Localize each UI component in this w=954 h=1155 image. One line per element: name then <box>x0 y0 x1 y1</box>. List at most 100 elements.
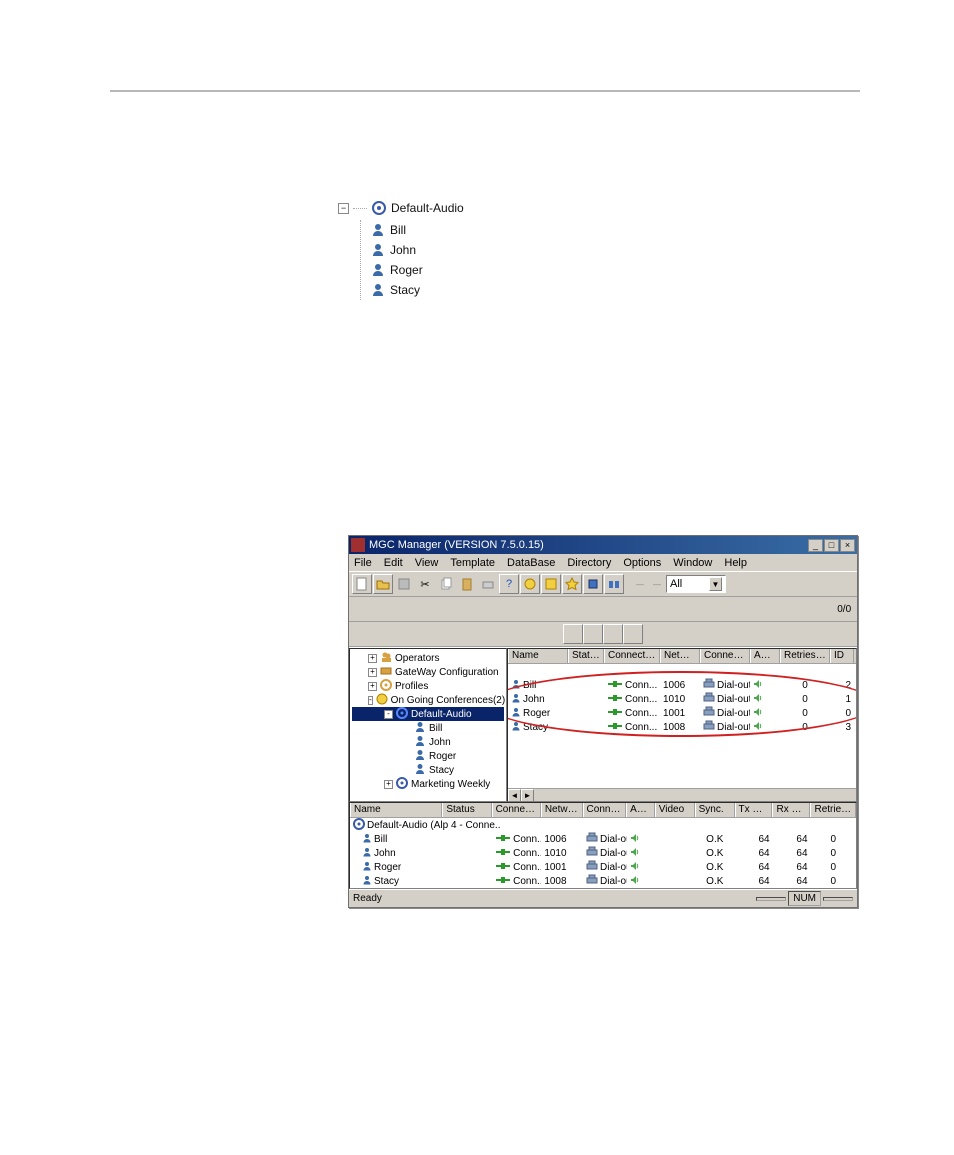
tree-node[interactable]: +Operators <box>352 651 504 665</box>
tree-node[interactable]: Stacy <box>352 763 504 777</box>
tbtn-18[interactable] <box>710 599 730 619</box>
menu-template[interactable]: Template <box>448 556 497 570</box>
tbtn-17[interactable] <box>689 599 709 619</box>
tree-node[interactable]: Bill <box>352 721 504 735</box>
toolbar-btn-d[interactable] <box>583 574 603 594</box>
print-button[interactable] <box>478 574 498 594</box>
expand-icon[interactable]: + <box>368 668 377 677</box>
menu-window[interactable]: Window <box>671 556 714 570</box>
menu-options[interactable]: Options <box>621 556 663 570</box>
cut-button[interactable]: ✂ <box>415 574 435 594</box>
tbtn-5[interactable] <box>435 599 455 619</box>
paste-button[interactable] <box>457 574 477 594</box>
expand-icon[interactable]: + <box>368 654 377 663</box>
tbtn-6[interactable] <box>455 599 475 619</box>
tbtn-1[interactable] <box>352 599 372 619</box>
column-header[interactable]: Network+... <box>660 649 700 663</box>
monitor-row[interactable]: BillConn...1006Dial-outO.K64640 <box>350 832 856 846</box>
tree-node[interactable]: John <box>352 735 504 749</box>
tree-node[interactable]: +Profiles <box>352 679 504 693</box>
menu-file[interactable]: File <box>352 556 374 570</box>
scroll-right-icon[interactable]: ► <box>521 789 534 802</box>
column-header[interactable]: Network+... <box>541 803 583 817</box>
monitor-pane[interactable]: NameStatusConnectionNetwork+...Connectio… <box>349 802 857 889</box>
tbtn-4[interactable] <box>414 599 434 619</box>
minimize-button[interactable]: _ <box>808 539 823 552</box>
filter-select[interactable]: All ▼ <box>666 575 726 593</box>
menu-directory[interactable]: Directory <box>565 556 613 570</box>
tbtn-12[interactable] <box>579 599 599 619</box>
new-button[interactable] <box>352 574 372 594</box>
column-header[interactable]: Connection <box>492 803 541 817</box>
tbtn-8[interactable] <box>496 599 516 619</box>
table-row[interactable]: BillConn...1006Dial-out02 <box>508 678 856 692</box>
column-header[interactable]: Status <box>442 803 491 817</box>
column-header[interactable]: ID <box>830 649 854 663</box>
menu-database[interactable]: DataBase <box>505 556 557 570</box>
column-header[interactable]: Audio <box>750 649 780 663</box>
column-header[interactable]: Audio <box>626 803 655 817</box>
scroll-left-icon[interactable]: ◄ <box>508 789 521 802</box>
maximize-button[interactable]: □ <box>824 539 839 552</box>
collapse-icon[interactable]: - <box>368 696 373 705</box>
column-header[interactable]: Rx Rate <box>772 803 810 817</box>
close-button[interactable]: × <box>840 539 855 552</box>
monitor-row[interactable]: StacyConn...1008Dial-outO.K64640 <box>350 874 856 888</box>
toolbar-btn-b[interactable] <box>541 574 561 594</box>
expand-icon[interactable]: + <box>384 780 393 789</box>
menu-help[interactable]: Help <box>722 556 749 570</box>
monitor-row[interactable]: RogerConn...1001Dial-outO.K64640 <box>350 860 856 874</box>
column-header[interactable]: Status <box>568 649 604 663</box>
table-row[interactable]: JohnConn...1010Dial-out01 <box>508 692 856 706</box>
menu-view[interactable]: View <box>413 556 441 570</box>
tree-pane[interactable]: +Operators+GateWay Configuration+Profile… <box>349 648 507 802</box>
help-button[interactable]: ? <box>499 574 519 594</box>
open-button[interactable] <box>373 574 393 594</box>
toolbar-btn-a[interactable] <box>520 574 540 594</box>
tbtn-19[interactable] <box>730 599 750 619</box>
center-btn-2[interactable] <box>583 624 603 644</box>
table-row[interactable]: StacyConn...1008Dial-out03 <box>508 720 856 734</box>
tree-node[interactable]: +GateWay Configuration <box>352 665 504 679</box>
monitor-title-row[interactable]: Default-Audio (Alpha 1 E...4 - Conne... <box>350 818 856 832</box>
tbtn-10[interactable] <box>538 599 558 619</box>
column-header[interactable]: Connectio... <box>700 649 750 663</box>
center-btn-3[interactable] <box>603 624 623 644</box>
tree-node[interactable]: -Default-Audio <box>352 707 504 721</box>
tree-node[interactable]: +Marketing Weekly <box>352 777 504 791</box>
table-row[interactable]: RogerConn...1001Dial-out00 <box>508 706 856 720</box>
list-pane[interactable]: NameStatusConnectionNetwork+...Connectio… <box>507 648 857 802</box>
horizontal-scrollbar[interactable]: ◄ ► <box>508 788 856 801</box>
tbtn-2[interactable] <box>373 599 393 619</box>
save-button[interactable] <box>394 574 414 594</box>
tbtn-15[interactable] <box>641 599 661 619</box>
column-header[interactable]: Retries Left <box>810 803 855 817</box>
tbtn-16[interactable] <box>668 599 688 619</box>
tbtn-20[interactable] <box>751 599 771 619</box>
tbtn-9[interactable] <box>517 599 537 619</box>
tbtn-7[interactable] <box>476 599 496 619</box>
tbtn-23[interactable] <box>813 599 833 619</box>
tree-node[interactable]: Roger <box>352 749 504 763</box>
column-header[interactable]: Sync. <box>695 803 735 817</box>
column-header[interactable]: Connection <box>604 649 660 663</box>
toolbar-btn-c[interactable] <box>562 574 582 594</box>
toolbar-btn-e[interactable] <box>604 574 624 594</box>
center-btn-4[interactable] <box>623 624 643 644</box>
column-header[interactable]: Video <box>655 803 695 817</box>
column-header[interactable]: Name <box>350 803 442 817</box>
menu-edit[interactable]: Edit <box>382 556 405 570</box>
column-header[interactable]: Connectio... <box>583 803 627 817</box>
column-header[interactable]: Name <box>508 649 568 663</box>
monitor-row[interactable]: JohnConn...1010Dial-outO.K64640 <box>350 846 856 860</box>
tbtn-21[interactable] <box>771 599 791 619</box>
tbtn-22[interactable] <box>792 599 812 619</box>
expand-icon[interactable]: + <box>368 682 377 691</box>
tbtn-3[interactable] <box>393 599 413 619</box>
tree-node[interactable]: -On Going Conferences(2) <box>352 693 504 707</box>
tbtn-11[interactable] <box>558 599 578 619</box>
collapse-icon[interactable]: - <box>384 710 393 719</box>
copy-button[interactable] <box>436 574 456 594</box>
column-header[interactable]: Tx Rate <box>735 803 773 817</box>
tbtn-14[interactable] <box>620 599 640 619</box>
